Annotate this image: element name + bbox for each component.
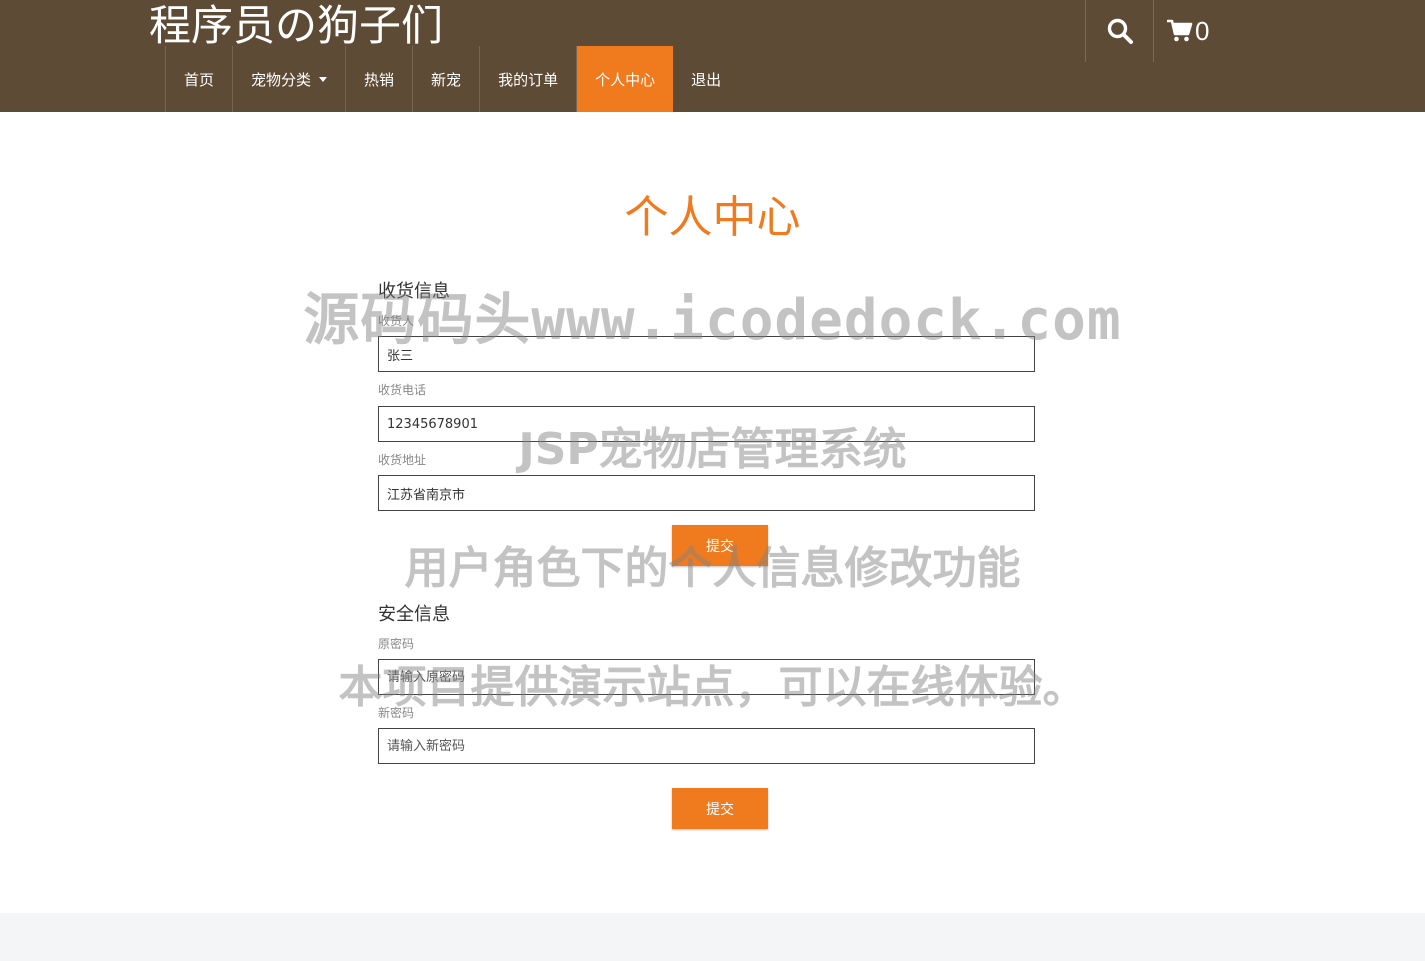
nav-item-label: 首页 — [184, 70, 215, 89]
recipient-name-input[interactable] — [378, 336, 1035, 372]
recipient-name-label: 收货人 — [378, 314, 415, 328]
nav-item-label: 新宠 — [431, 70, 462, 89]
header-divider — [1153, 0, 1154, 62]
security-submit-button[interactable]: 提交 — [672, 788, 768, 829]
new-password-input[interactable] — [378, 728, 1035, 764]
page-title: 个人中心 — [624, 192, 801, 243]
old-password-input[interactable] — [378, 659, 1035, 695]
nav-item-label: 个人中心 — [595, 70, 656, 89]
new-password-label: 新密码 — [378, 706, 415, 720]
security-section-title: 安全信息 — [378, 604, 450, 625]
nav-item-pet-categories[interactable]: 宠物分类 — [233, 46, 347, 112]
nav-item-personal-center[interactable]: 个人中心 — [577, 46, 674, 112]
recipient-address-input[interactable] — [378, 475, 1035, 511]
cart-button[interactable]: 0 — [1155, 0, 1225, 62]
nav-item-label: 退出 — [691, 70, 722, 89]
nav-item-label: 热销 — [364, 70, 395, 89]
nav-item-hot-sale[interactable]: 热销 — [346, 46, 414, 112]
nav-item-new-pets[interactable]: 新宠 — [413, 46, 481, 112]
nav-item-label: 我的订单 — [498, 70, 559, 89]
old-password-label: 原密码 — [378, 637, 415, 651]
search-icon — [1107, 18, 1133, 44]
caret-down-icon — [319, 76, 328, 82]
nav-item-label: 宠物分类 — [251, 70, 312, 89]
nav-item-my-orders[interactable]: 我的订单 — [480, 46, 578, 112]
page-footer — [0, 913, 1425, 961]
site-header: 程序员の狗子们 0 首页 宠物分类 热销 新宠 我的订单 个人中心 退出 — [0, 0, 1425, 112]
nav-item-logout[interactable]: 退出 — [673, 46, 739, 112]
recipient-phone-label: 收货电话 — [378, 383, 427, 397]
search-button[interactable] — [1087, 0, 1153, 62]
header-divider — [1085, 0, 1086, 62]
recipient-address-label: 收货地址 — [378, 453, 427, 467]
site-brand[interactable]: 程序员の狗子们 — [149, 0, 443, 52]
shipping-submit-button[interactable]: 提交 — [672, 525, 768, 566]
main-nav: 首页 宠物分类 热销 新宠 我的订单 个人中心 退出 — [165, 46, 739, 112]
cart-icon — [1167, 19, 1193, 42]
recipient-phone-input[interactable] — [378, 406, 1035, 442]
shipping-section-title: 收货信息 — [378, 281, 450, 302]
cart-count: 0 — [1195, 15, 1210, 46]
nav-item-home[interactable]: 首页 — [166, 46, 234, 112]
